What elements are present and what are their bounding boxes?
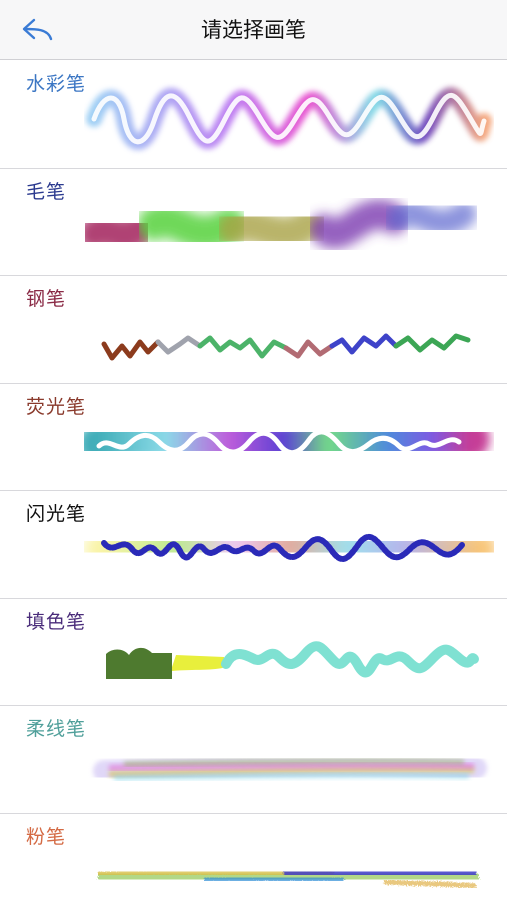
brush-label: 粉笔 — [26, 825, 67, 848]
brush-preview-chalk — [84, 824, 494, 900]
page-title: 请选择画笔 — [201, 18, 306, 42]
brush-preview-fill — [84, 609, 494, 705]
brush-row-soft-line[interactable]: 柔线笔 — [0, 706, 507, 814]
brush-row-watercolor[interactable]: 水彩笔 — [0, 61, 507, 169]
brush-label: 水彩笔 — [26, 73, 87, 95]
brush-row-brush-pen[interactable]: 毛笔 — [0, 169, 507, 276]
brush-row-chalk[interactable]: 粉笔 — [0, 814, 507, 900]
brush-label: 柔线笔 — [26, 718, 87, 740]
brush-preview-highlighter — [84, 394, 494, 490]
brush-row-fill[interactable]: 填色笔 — [0, 599, 507, 706]
brush-preview-brush-pen — [84, 179, 494, 275]
brush-list: 水彩笔 毛笔 钢笔 荧光笔 闪光笔 填色笔 柔线笔 粉笔 — [0, 61, 507, 900]
brush-label: 荧光笔 — [26, 395, 87, 418]
brush-label: 填色笔 — [26, 610, 87, 633]
brush-label: 闪光笔 — [26, 503, 87, 525]
brush-label: 钢笔 — [26, 288, 67, 310]
brush-label: 毛笔 — [26, 180, 67, 203]
brush-preview-sparkle — [84, 501, 494, 597]
brush-row-sparkle[interactable]: 闪光笔 — [0, 491, 507, 599]
brush-row-pen[interactable]: 钢笔 — [0, 276, 507, 384]
brush-row-highlighter[interactable]: 荧光笔 — [0, 384, 507, 491]
navigation-bar: 请选择画笔 — [0, 0, 507, 60]
brush-preview-watercolor — [84, 71, 494, 167]
brush-preview-pen — [84, 286, 494, 382]
brush-preview-soft-line — [84, 716, 494, 812]
